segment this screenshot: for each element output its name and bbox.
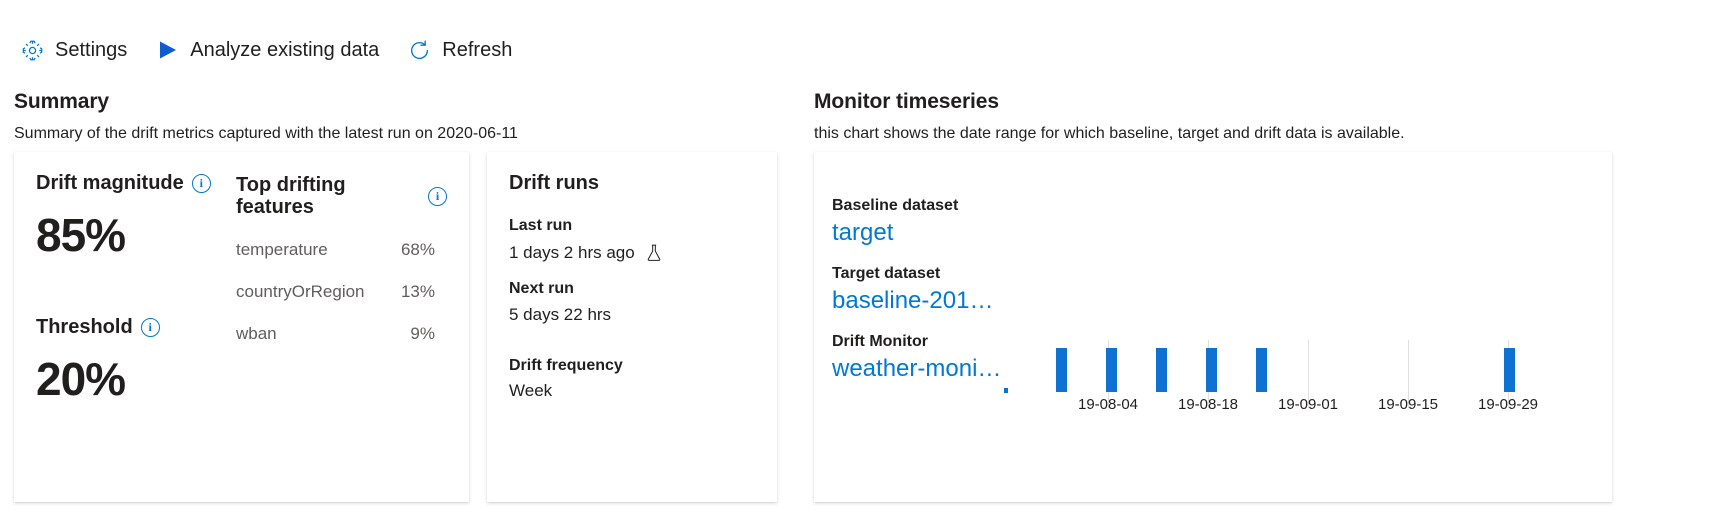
summary-section-header: Summary Summary of the drift metrics cap… <box>14 90 774 145</box>
drift-monitor-link[interactable]: weather-moni… <box>832 355 1032 384</box>
summary-metrics-column: Drift magnitude i 85% Threshold i 20% <box>36 172 236 502</box>
feature-row: countryOrRegion 13% <box>236 282 447 302</box>
drift-magnitude-label: Drift magnitude <box>36 172 184 194</box>
drift-frequency-label: Drift frequency <box>509 356 623 374</box>
command-bar: Settings Analyze existing data Refresh <box>0 28 526 72</box>
drift-frequency-value: Week <box>509 381 553 401</box>
summary-card: Drift magnitude i 85% Threshold i 20% To… <box>14 152 469 502</box>
refresh-label: Refresh <box>442 39 513 61</box>
gear-icon <box>20 38 44 62</box>
top-drifting-features-info-icon[interactable]: i <box>428 186 447 206</box>
last-run-value-row: 1 days 2 hrs ago <box>509 241 755 265</box>
chart-bar[interactable] <box>1056 348 1067 392</box>
analyze-existing-data-button[interactable]: Analyze existing data <box>141 32 393 68</box>
settings-button[interactable]: Settings <box>0 32 141 68</box>
refresh-icon <box>407 38 431 62</box>
chart-tick-label: 19-08-04 <box>1077 396 1139 413</box>
timeseries-title: Monitor timeseries <box>814 90 999 113</box>
feature-value: 9% <box>410 324 435 343</box>
summary-subtitle: Summary of the drift metrics captured wi… <box>14 125 518 143</box>
chart-tick-label: 19-09-29 <box>1477 396 1539 413</box>
baseline-dataset-label: Baseline dataset <box>832 197 959 214</box>
chart-tick-label: 19-08-18 <box>1177 396 1239 413</box>
feature-row: wban 9% <box>236 324 447 344</box>
top-drifting-features-header: Top drifting features i <box>236 174 447 218</box>
feature-name: countryOrRegion <box>236 282 365 301</box>
feature-value: 68% <box>400 240 435 259</box>
feature-row: temperature 68% <box>236 240 447 260</box>
play-icon <box>155 38 179 62</box>
timeseries-legend: Baseline dataset target Target dataset b… <box>832 196 1032 384</box>
refresh-button[interactable]: Refresh <box>393 32 526 68</box>
summary-title: Summary <box>14 90 110 113</box>
drift-runs-title: Drift runs <box>509 172 599 194</box>
timeseries-chart[interactable]: 19-08-04 19-08-18 19-09-01 19-09-15 19-09-29 <box>1004 152 1612 502</box>
top-drifting-features-column: Top drifting features i temperature 68% … <box>236 172 447 502</box>
chart-bar[interactable] <box>1156 348 1167 392</box>
monitor-timeseries-card: Baseline dataset target Target dataset b… <box>814 152 1612 502</box>
drift-magnitude-value: 85% <box>36 209 126 261</box>
threshold-label: Threshold <box>36 316 133 338</box>
feature-value: 13% <box>400 282 435 301</box>
target-dataset-label: Target dataset <box>832 264 941 282</box>
threshold-header: Threshold i <box>36 316 236 338</box>
chart-bar[interactable] <box>1256 348 1267 392</box>
settings-label: Settings <box>55 39 128 61</box>
next-run-label: Next run <box>509 279 574 297</box>
last-run-value: 1 days 2 hrs ago <box>509 242 635 262</box>
threshold-info-icon[interactable]: i <box>140 317 160 337</box>
chart-dot-marker <box>1004 388 1008 393</box>
timeseries-inner: Baseline dataset target Target dataset b… <box>814 152 1612 502</box>
chart-tick-label: 19-09-01 <box>1277 396 1339 413</box>
baseline-dataset-link[interactable]: target <box>832 219 1032 248</box>
drift-monitor-label: Drift Monitor <box>832 332 928 350</box>
drift-runs-card: Drift runs Last run 1 days 2 hrs ago Nex… <box>487 152 777 502</box>
analyze-existing-data-label: Analyze existing data <box>190 39 380 61</box>
target-dataset-link[interactable]: baseline-201… <box>832 287 1032 316</box>
drift-magnitude-info-icon[interactable]: i <box>191 173 211 193</box>
last-run-label: Last run <box>509 217 573 234</box>
chart-tick-label: 19-09-15 <box>1377 396 1439 413</box>
timeseries-section-header: Monitor timeseries this chart shows the … <box>814 90 1674 145</box>
flask-icon[interactable] <box>643 241 665 265</box>
threshold-value: 20% <box>36 353 126 405</box>
timeseries-subtitle: this chart shows the date range for whic… <box>814 125 1405 143</box>
top-drifting-features-label: Top drifting features <box>236 174 346 218</box>
chart-bar[interactable] <box>1504 348 1515 392</box>
feature-name: temperature <box>236 240 328 259</box>
chart-bar[interactable] <box>1206 348 1217 392</box>
drift-magnitude-header: Drift magnitude i <box>36 172 236 194</box>
next-run-value: 5 days 22 hrs <box>509 304 612 324</box>
chart-bar[interactable] <box>1106 348 1117 392</box>
feature-name: wban <box>236 324 277 343</box>
